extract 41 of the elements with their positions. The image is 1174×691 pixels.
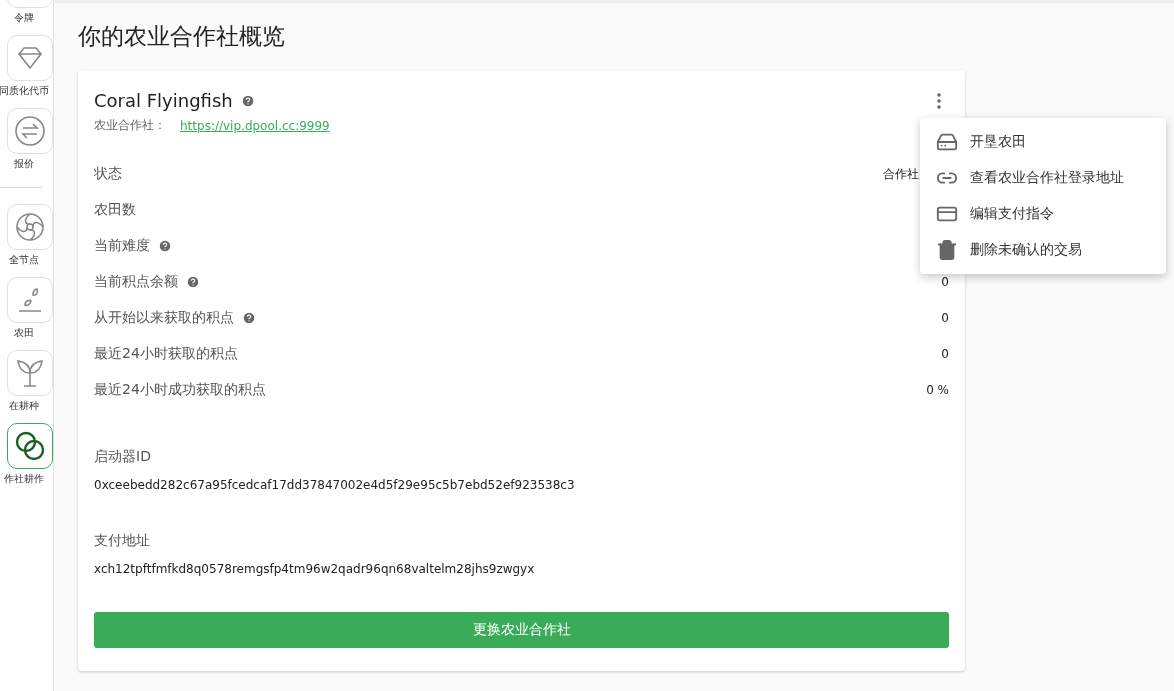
payout-label: 支付地址 <box>94 532 151 550</box>
rings-icon <box>14 430 46 462</box>
swap-icon <box>14 115 46 147</box>
stat-value: 合作社 <box>883 165 919 183</box>
nav-label: 同质化代币 <box>0 84 49 98</box>
stat-label: 从开始以来获取的积点 <box>94 309 234 327</box>
stat-value: 0 % <box>926 383 949 397</box>
stat-label: 状态 <box>94 165 122 183</box>
menu-item[interactable]: 编辑支付指令 <box>920 196 1166 232</box>
help-icon[interactable] <box>186 275 200 289</box>
nav-button[interactable] <box>7 423 53 469</box>
drive-icon <box>936 131 958 153</box>
stat-label: 农田数 <box>94 201 136 219</box>
stat-label: 最近24小时获取的积点 <box>94 345 238 363</box>
menu-item[interactable]: 开垦农田 <box>920 124 1166 160</box>
launcher-id: 0xceebedd282c67a95fcedcaf17dd37847002e4d5f29e95c5b7ebd52ef923538c3 <box>94 478 576 492</box>
trash-icon <box>936 239 958 261</box>
stat-label: 当前积点余额 <box>94 273 178 291</box>
nav-label: 在耕种 <box>9 399 39 413</box>
sprout-icon <box>14 357 46 389</box>
help-icon[interactable] <box>158 239 172 253</box>
stat-label: 最近24小时成功获取的积点 <box>94 381 266 399</box>
pool-label: 农业合作社： <box>94 117 166 134</box>
menu-item[interactable]: 查看农业合作社登录地址 <box>920 160 1166 196</box>
stat-value: 0 <box>941 275 949 289</box>
launcher-label: 启动器ID <box>94 448 152 466</box>
help-icon[interactable] <box>240 93 255 108</box>
aperture-icon <box>14 211 46 243</box>
page-title: 你的农业合作社概览 <box>78 22 286 51</box>
nav-label: 农田 <box>14 326 34 340</box>
nav-label: 报价 <box>14 157 34 171</box>
nav-label: 令牌 <box>14 11 34 25</box>
menu-item[interactable]: 删除未确认的交易 <box>920 232 1166 268</box>
stat-value: 0 <box>941 347 949 361</box>
payout-address: xch12tpftfmfkd8q0578remgsfp4tm96w2qadr96qn68valtelm28jhs9zwgyx <box>94 562 536 576</box>
help-icon[interactable] <box>242 311 256 325</box>
stat-value: 0 <box>941 311 949 325</box>
nav-label: 作社耕作 <box>4 472 44 486</box>
nav-label: 全节点 <box>9 253 39 267</box>
pool-name: Coral Flyingfish <box>94 90 233 111</box>
stat-label: 当前难度 <box>94 237 150 255</box>
